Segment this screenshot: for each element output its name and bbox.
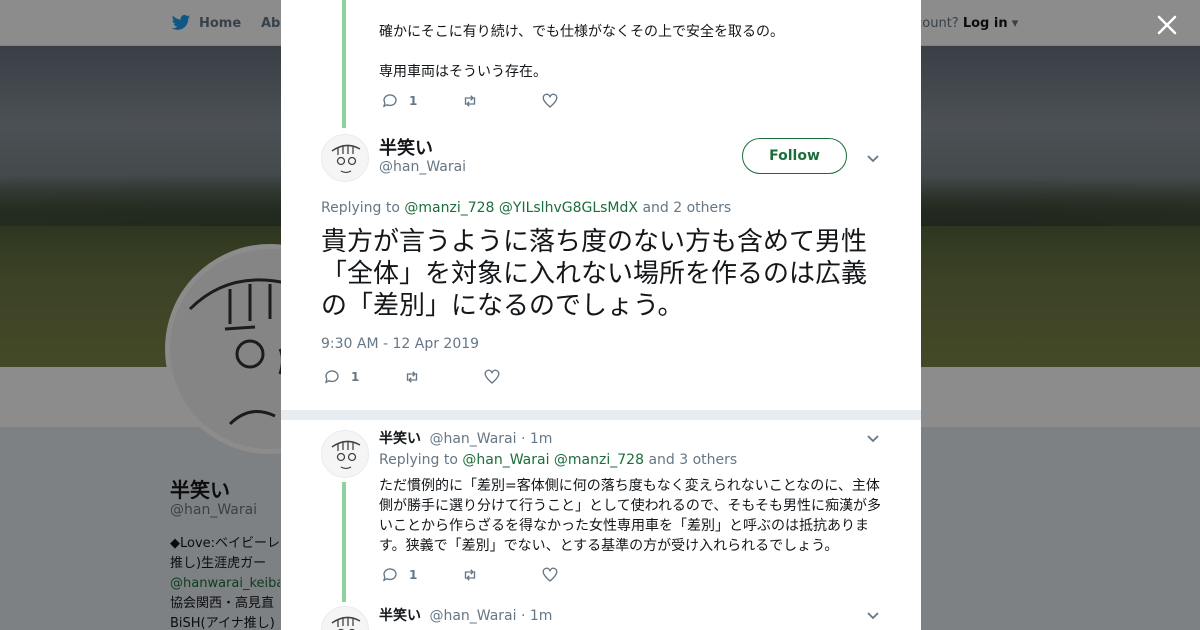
main-tweet-replying-to: Replying to @manzi_728 @YILslhvG8GLsMdX … <box>321 200 731 216</box>
like-button[interactable] <box>483 368 501 386</box>
main-tweet-avatar[interactable] <box>321 134 369 182</box>
heart-icon <box>542 567 558 582</box>
retweet-icon <box>464 95 476 107</box>
previous-tweet-actions: 1 <box>381 92 559 110</box>
reply-name[interactable]: 半笑い <box>379 608 421 624</box>
retweet-button[interactable] <box>403 368 483 386</box>
reply-header: 半笑い @han_Warai · 1m <box>379 605 552 625</box>
reply-name[interactable]: 半笑い <box>379 431 421 447</box>
reply-time[interactable]: · 1m <box>521 431 552 447</box>
main-tweet-handle[interactable]: @han_Warai <box>379 159 466 175</box>
reply-time[interactable]: · 1m <box>521 608 552 624</box>
chevron-down-icon[interactable] <box>866 608 880 622</box>
reply-icon <box>382 568 397 582</box>
mention-link[interactable]: @YILslhvG8GLsMdX <box>499 200 638 216</box>
reply-avatar[interactable] <box>321 430 369 478</box>
chevron-down-icon[interactable] <box>866 431 880 445</box>
retweet-button[interactable] <box>461 92 541 110</box>
reply-handle[interactable]: @han_Warai <box>429 431 516 447</box>
reply-actions: 1 <box>381 566 559 584</box>
reply-icon <box>324 370 339 384</box>
close-icon <box>1157 15 1177 35</box>
reply-header: 半笑い @han_Warai · 1m <box>379 428 552 448</box>
retweet-icon <box>464 569 476 581</box>
reply-button[interactable]: 1 <box>323 368 403 386</box>
reply-handle[interactable]: @han_Warai <box>429 608 516 624</box>
replying-prefix: Replying to <box>379 452 458 468</box>
cartoon-face-icon <box>331 144 361 174</box>
reply-count: 1 <box>409 94 418 108</box>
follow-button[interactable]: Follow <box>742 138 847 174</box>
main-tweet-name[interactable]: 半笑い <box>379 134 433 160</box>
replies-divider <box>281 410 921 420</box>
like-button[interactable] <box>541 566 559 584</box>
like-button[interactable] <box>541 92 559 110</box>
reply-count: 1 <box>351 370 360 384</box>
mention-link[interactable]: @manzi_728 <box>554 452 644 468</box>
heart-icon <box>484 369 500 384</box>
replying-prefix: Replying to <box>321 200 400 216</box>
main-tweet-text: 貴方が言うように落ち度のない方も含めて男性「全体」を対象に入れない場所を作るのは… <box>321 227 868 321</box>
previous-tweet-line: 確かにそこに有り続け、でも仕様がなくその上で安全を取るの。 <box>379 24 785 40</box>
thread-line <box>342 482 346 602</box>
previous-tweet-line: 専用車両はそういう存在。 <box>379 64 547 80</box>
heart-icon <box>542 93 558 108</box>
reply-button[interactable]: 1 <box>381 92 461 110</box>
replying-suffix[interactable]: and 3 others <box>648 452 737 468</box>
cartoon-face-icon <box>331 440 361 470</box>
reply-button[interactable]: 1 <box>381 566 461 584</box>
reply-replying-to: Replying to @han_Warai @manzi_728 and 3 … <box>379 452 737 468</box>
thread-line <box>342 0 346 128</box>
chevron-down-icon[interactable] <box>866 151 880 165</box>
reply-icon <box>382 94 397 108</box>
retweet-button[interactable] <box>461 566 541 584</box>
mention-link[interactable]: @han_Warai <box>462 452 549 468</box>
main-tweet-actions: 1 <box>323 368 501 386</box>
reply-text: ただ慣例的に「差別=客体側に何の落ち度もなく変えられないことなのに、主体側が勝手… <box>379 478 882 554</box>
replying-suffix[interactable]: and 2 others <box>642 200 731 216</box>
reply-count: 1 <box>409 568 418 582</box>
retweet-icon <box>406 371 418 383</box>
mention-link[interactable]: @manzi_728 <box>404 200 494 216</box>
main-tweet-timestamp[interactable]: 9:30 AM - 12 Apr 2019 <box>321 336 479 352</box>
close-button[interactable] <box>1154 12 1180 38</box>
